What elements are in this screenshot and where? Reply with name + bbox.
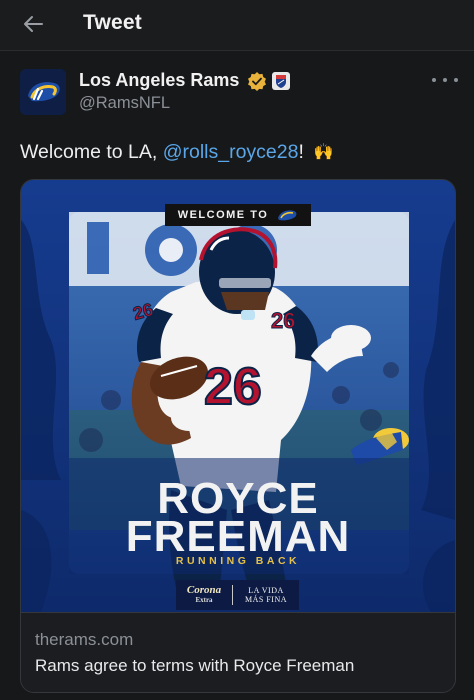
avatar[interactable]: [20, 69, 66, 115]
player-last-name: FREEMAN: [125, 512, 351, 561]
author-name[interactable]: Los Angeles Rams: [79, 70, 239, 91]
card-image[interactable]: 26 26 26 WELCOME TO ROYCE FREEMAN RUNNIN…: [21, 180, 455, 612]
tweet-text-prefix: Welcome to LA,: [20, 141, 163, 163]
dot-icon: [454, 78, 458, 82]
raising-hands-emoji: 🙌: [313, 144, 334, 161]
sponsor-tagline-line2: MÁS FINA: [244, 595, 287, 604]
welcome-badge: WELCOME TO: [165, 204, 311, 226]
verified-badge-icon: [248, 72, 266, 91]
rams-logo-icon: [20, 69, 66, 115]
sponsor-box: Corona Extra LA VIDA MÁS FINA: [176, 580, 299, 610]
dot-icon: [443, 78, 447, 82]
card-domain: therams.com: [35, 630, 134, 649]
sponsor-brand: Corona Extra: [176, 585, 232, 605]
back-button[interactable]: [18, 10, 48, 38]
mention-link[interactable]: @rolls_royce28: [163, 141, 299, 163]
tweet-text: Welcome to LA, @rolls_royce28! 🙌: [20, 141, 334, 164]
sponsor-brand-sub: Extra: [195, 596, 213, 604]
tweet: Los Angeles Rams @RamsNFL Welcome to LA,…: [0, 51, 474, 700]
page-title: Tweet: [83, 11, 142, 34]
player-position: RUNNING BACK: [175, 555, 301, 567]
nfl-shield-icon: [276, 75, 286, 88]
sponsor-tagline-line1: LA VIDA: [248, 586, 284, 595]
top-bar: Tweet: [0, 0, 474, 51]
card-footer[interactable]: therams.com Rams agree to terms with Roy…: [21, 612, 455, 692]
dot-icon: [432, 78, 436, 82]
card-title: Rams agree to terms with Royce Freeman: [35, 656, 355, 675]
link-preview-card[interactable]: 26 26 26 WELCOME TO ROYCE FREEMAN RUNNIN…: [20, 179, 456, 693]
tweet-text-suffix: !: [298, 141, 304, 163]
welcome-badge-text: WELCOME TO: [177, 209, 269, 221]
rams-mini-logo-icon: [278, 210, 297, 221]
more-options-button[interactable]: [432, 71, 458, 89]
svg-text:26: 26: [204, 358, 262, 416]
affiliation-badge-icon[interactable]: [272, 72, 290, 90]
arrow-left-icon: [24, 16, 43, 32]
svg-text:26: 26: [271, 308, 295, 333]
sponsor-tagline: LA VIDA MÁS FINA: [233, 586, 299, 604]
author-handle[interactable]: @RamsNFL: [79, 94, 170, 113]
